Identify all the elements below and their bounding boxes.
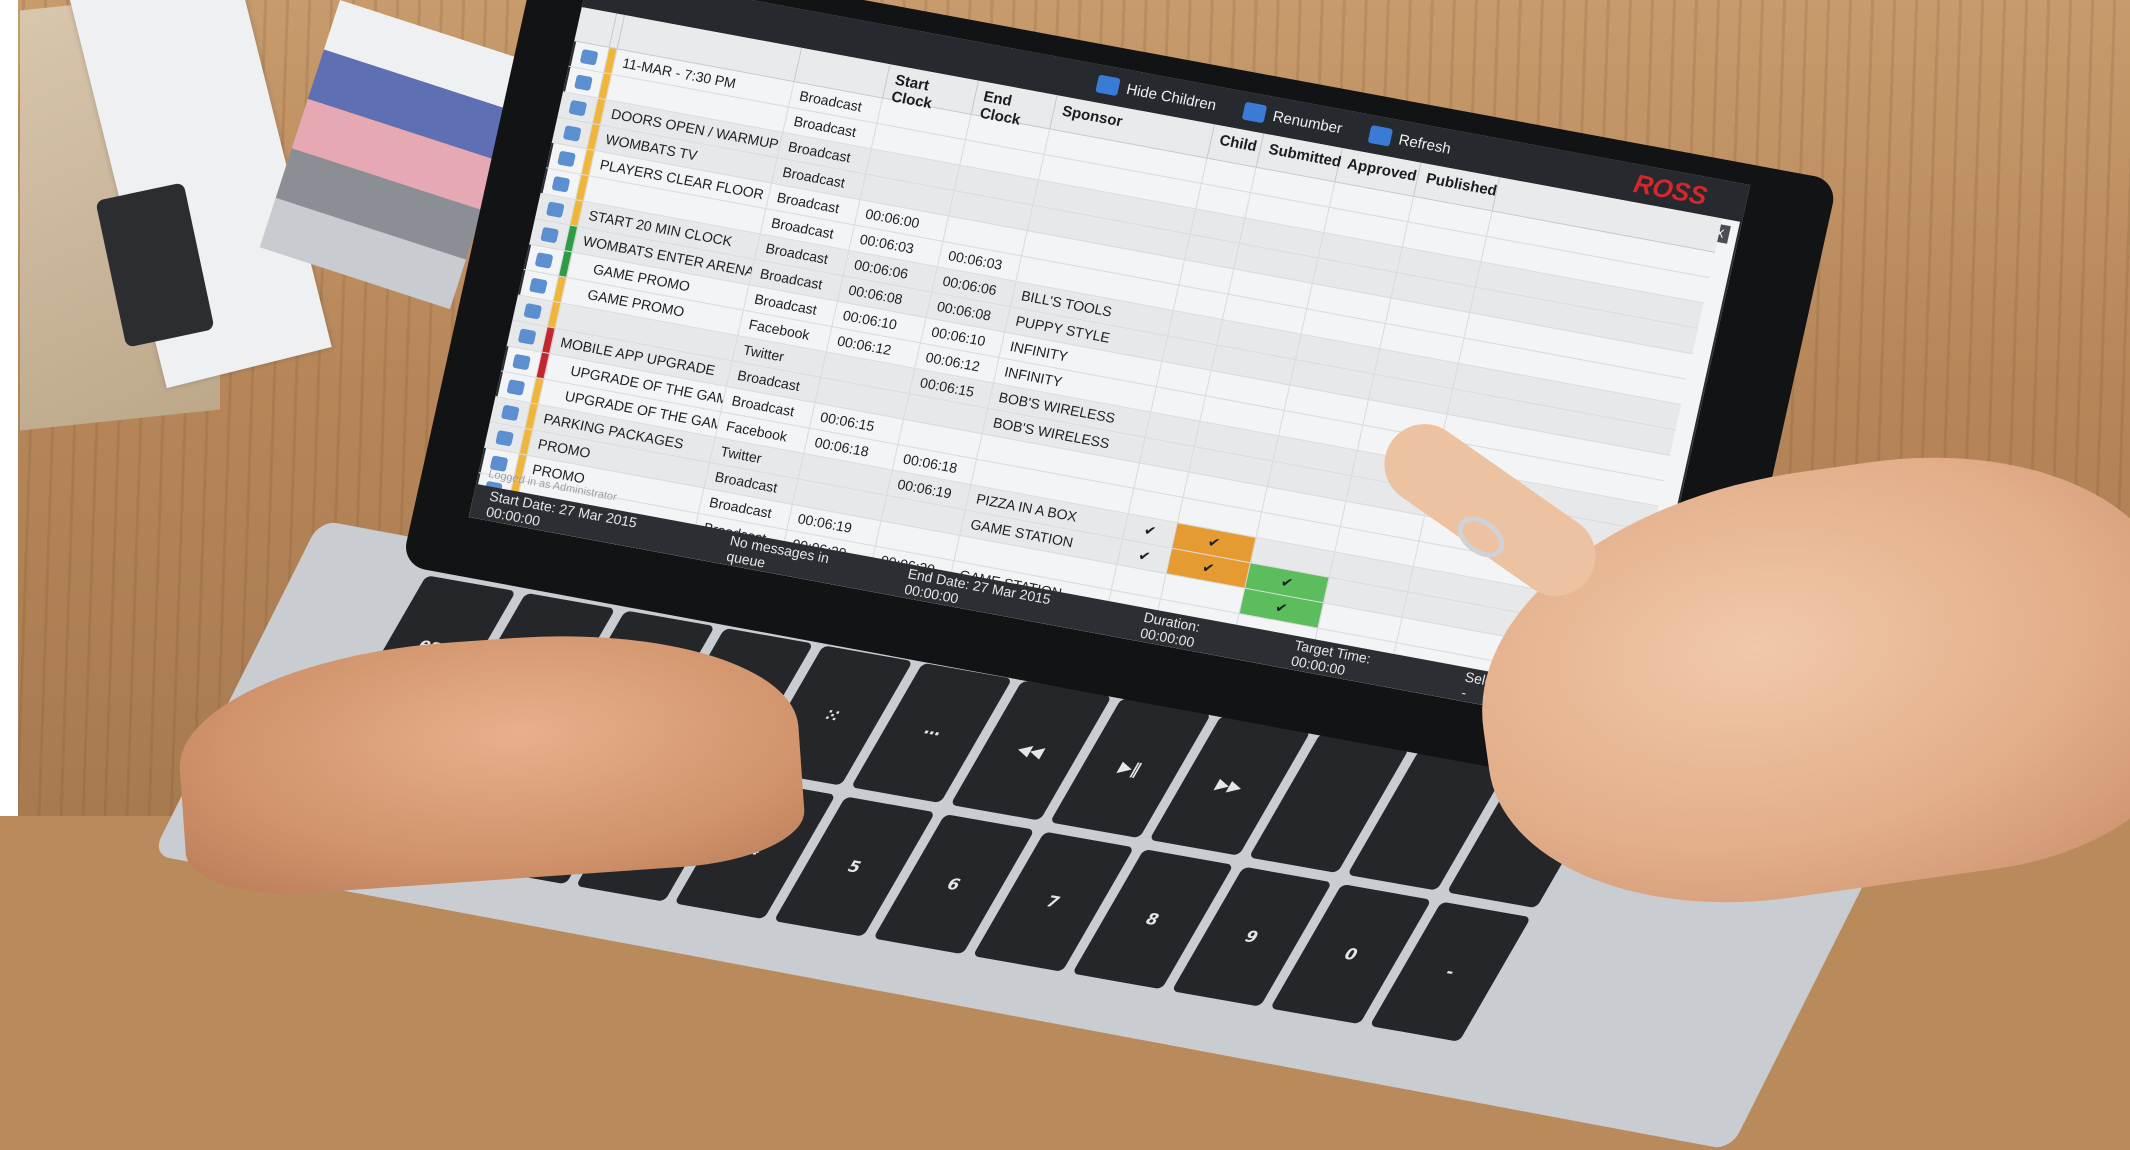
channel-icon: [539, 226, 559, 243]
refresh-label: Refresh: [1397, 130, 1453, 158]
channel-icon: [579, 48, 599, 66]
refresh-icon: [1367, 124, 1394, 147]
channel-icon: [534, 251, 554, 269]
channel-icon: [573, 73, 593, 91]
white-edge: [0, 0, 18, 816]
channel-icon: [568, 99, 587, 116]
channel-icon: [517, 327, 537, 345]
channel-icon: [545, 200, 565, 218]
channel-icon: [556, 150, 576, 167]
channel-icon: [522, 302, 542, 320]
channel-icon: [511, 353, 531, 370]
channel-icon: [562, 124, 582, 142]
channel-icon: [551, 175, 570, 193]
channel-icon: [500, 404, 520, 421]
channel-icon: [506, 378, 525, 396]
refresh-button[interactable]: Refresh: [1367, 124, 1453, 158]
channel-icon: [528, 277, 548, 294]
channel-icon: [494, 429, 514, 446]
renumber-label: Renumber: [1271, 107, 1344, 137]
renumber-icon: [1241, 101, 1268, 124]
hide-children-label: Hide Children: [1124, 80, 1218, 114]
hide-children-icon: [1095, 74, 1121, 97]
